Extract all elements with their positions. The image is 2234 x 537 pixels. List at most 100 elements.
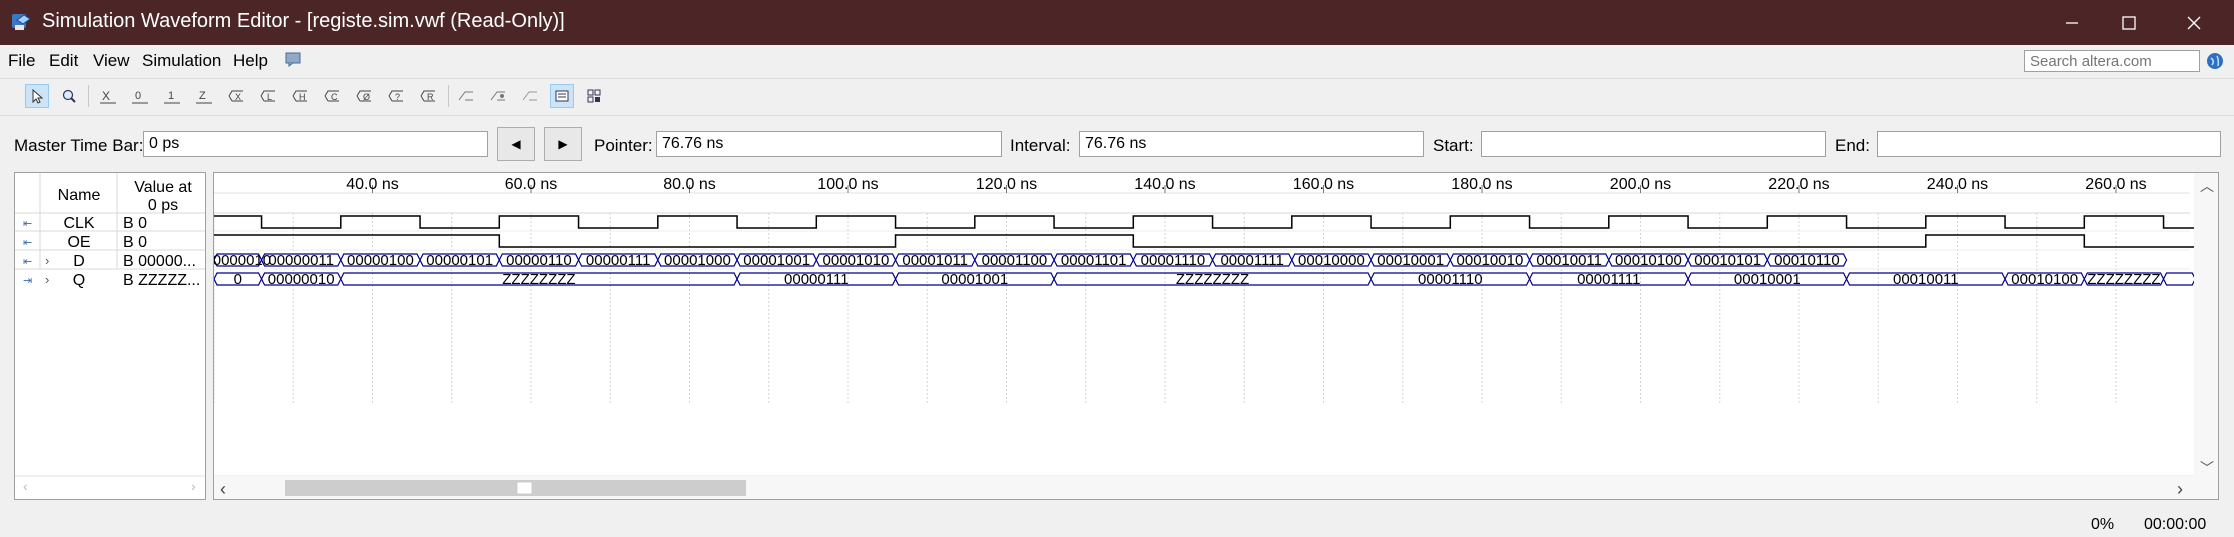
d-bus-segment-label: 00000011 — [268, 252, 334, 269]
waveform-view-button[interactable] — [550, 84, 574, 108]
forcing-high-button[interactable]: 1 — [160, 84, 184, 108]
forcing-low-icon: 0 — [132, 90, 148, 104]
forcing-unknown-button[interactable]: X — [96, 84, 120, 108]
forcing-low-button[interactable]: 0 — [128, 84, 152, 108]
weak-unknown-button[interactable]: X — [224, 84, 248, 108]
weak-low-button[interactable]: L — [256, 84, 280, 108]
signal-name-clk[interactable]: CLK — [63, 215, 94, 232]
q-bus-segment — [2162, 272, 2196, 286]
menu-help[interactable]: Help — [233, 51, 268, 71]
zoom-tool-button[interactable] — [57, 84, 81, 108]
selection-tool-button[interactable] — [25, 84, 49, 108]
forcing-high-icon: 1 — [164, 90, 180, 104]
signal-list-panel: Name Value at 0 ps ⇤ CLK B 0 ⇤ OE B 0 ⇤ › D B 000… — [14, 172, 206, 500]
d-bus-segment-label: 00001110 — [1141, 252, 1206, 269]
svg-text:Z: Z — [199, 90, 206, 102]
snap-to-grid-button[interactable] — [454, 84, 478, 108]
time-label: 260.0 ns — [2085, 176, 2146, 193]
d-bus-segment-label: 00001010 — [823, 252, 890, 269]
help-topic-icon[interactable] — [285, 51, 303, 67]
snap-icon — [458, 91, 473, 101]
minimize-button[interactable] — [2040, 0, 2104, 45]
signal-value-oe: B 0 — [123, 234, 147, 251]
d-bus-segment-label: 00000100 — [347, 252, 414, 269]
random-value-button[interactable]: ? — [384, 84, 408, 108]
time-label: 200.0 ns — [1610, 176, 1671, 193]
scroll-up-arrow-icon[interactable]: ︿ — [2200, 178, 2214, 194]
pointer-field: 76.76 ns — [656, 131, 1002, 157]
vertical-scrollbar-track[interactable] — [2194, 173, 2218, 476]
group-button[interactable] — [518, 84, 542, 108]
time-label: 120.0 ns — [976, 176, 1037, 193]
q-bus-segment-label: 00001111 — [1577, 271, 1640, 288]
menu-file[interactable]: File — [8, 51, 35, 71]
globe-icon[interactable] — [2206, 52, 2224, 70]
q-bus-segment-label: 00000111 — [784, 271, 849, 288]
close-button[interactable] — [2162, 0, 2226, 45]
q-bus-segment-label: ZZZZZZZZ — [2087, 271, 2160, 288]
previous-transition-button[interactable]: ◀ — [497, 127, 535, 161]
time-label: 180.0 ns — [1451, 176, 1512, 193]
svg-text:?: ? — [395, 92, 400, 102]
signal-name-oe[interactable]: OE — [67, 234, 90, 251]
d-bus-segment-label: 00010110 — [1774, 252, 1840, 269]
svg-text:1: 1 — [168, 90, 174, 102]
scrollbar-grip-icon — [516, 481, 533, 495]
expand-chevron-icon[interactable]: › — [45, 272, 49, 287]
menu-view[interactable]: View — [93, 51, 130, 71]
waveform-panel: 40.0 ns 60.0 ns 80.0 ns 100.0 ns 120.0 ns 140… — [181, 172, 2234, 500]
high-impedance-button[interactable]: Z — [192, 84, 216, 108]
signal-list-svg: Name Value at 0 ps ⇤ CLK B 0 ⇤ OE B 0 ⇤ › D B 000… — [15, 173, 205, 494]
d-bus-segment-label: 00010011 — [1536, 252, 1602, 269]
horizontal-scrollbar-thumb[interactable] — [285, 480, 746, 496]
q-bus-segment-label: 00010001 — [1734, 271, 1801, 288]
scroll-down-arrow-icon[interactable]: ﹀ — [2200, 460, 2214, 476]
time-label: 60.0 ns — [505, 176, 557, 193]
names-scroll-right-icon[interactable]: › — [191, 478, 196, 494]
weak-unknown-icon: X — [228, 90, 243, 102]
d-bus-segment-label: 00010010 — [1457, 252, 1524, 269]
q-bus-segment-label: 00001110 — [1418, 271, 1483, 288]
weak-high-button[interactable]: H — [288, 84, 312, 108]
scroll-right-arrow-icon[interactable]: › — [2177, 479, 2183, 499]
master-time-bar-label: Master Time Bar: — [14, 136, 144, 155]
sort-button[interactable] — [486, 84, 510, 108]
time-label: 80.0 ns — [663, 176, 715, 193]
maximize-button[interactable] — [2097, 0, 2161, 45]
menu-edit[interactable]: Edit — [49, 51, 78, 71]
minimize-icon — [2066, 21, 2078, 24]
toolbar: X 0 1 Z X L H C Ø ? R — [0, 78, 2234, 116]
d-bus-segment-label: 00010101 — [1694, 252, 1761, 269]
waveform-canvas[interactable]: 40.0 ns 60.0 ns 80.0 ns 100.0 ns 120.0 ns 140… — [181, 173, 2234, 499]
clk-waveform — [181, 215, 2234, 229]
count-value-button[interactable]: Ø — [352, 84, 376, 108]
names-scroll-left-icon[interactable]: ‹ — [23, 478, 28, 494]
search-input[interactable] — [2024, 50, 2200, 72]
signal-name-d[interactable]: D — [73, 253, 85, 270]
svg-text:0: 0 — [135, 90, 141, 102]
signal-name-q[interactable]: Q — [73, 272, 85, 289]
title-bar: Simulation Waveform Editor - [registe.si… — [0, 0, 2234, 45]
q-bus-segment-label: 00001001 — [941, 271, 1008, 288]
start-label: Start: — [1433, 136, 1474, 155]
triangle-left-icon: ◀ — [511, 137, 521, 151]
compact-view-button[interactable] — [582, 84, 606, 108]
menu-simulation[interactable]: Simulation — [142, 51, 221, 71]
scroll-left-arrow-icon[interactable]: ‹ — [220, 479, 226, 499]
sort-icon — [490, 91, 505, 101]
invert-button[interactable]: C — [320, 84, 344, 108]
master-time-bar-field[interactable]: 0 ps — [143, 131, 488, 157]
time-label: 100.0 ns — [817, 176, 878, 193]
svg-text:X: X — [102, 89, 110, 103]
time-label: 40.0 ns — [346, 176, 398, 193]
end-label: End: — [1835, 136, 1870, 155]
arbitrary-value-button[interactable]: R — [416, 84, 440, 108]
next-transition-button[interactable]: ▶ — [544, 127, 582, 161]
value-column-header-line2: 0 ps — [148, 197, 178, 214]
q-bus-segment-label: 00000010 — [268, 271, 335, 288]
time-bar-row: Master Time Bar: 0 ps ◀ ▶ Pointer: 76.76… — [0, 124, 2234, 164]
oe-waveform — [181, 234, 2204, 248]
expand-chevron-icon[interactable]: › — [45, 253, 49, 268]
group-icon — [522, 91, 537, 101]
interval-label: Interval: — [1010, 136, 1071, 155]
